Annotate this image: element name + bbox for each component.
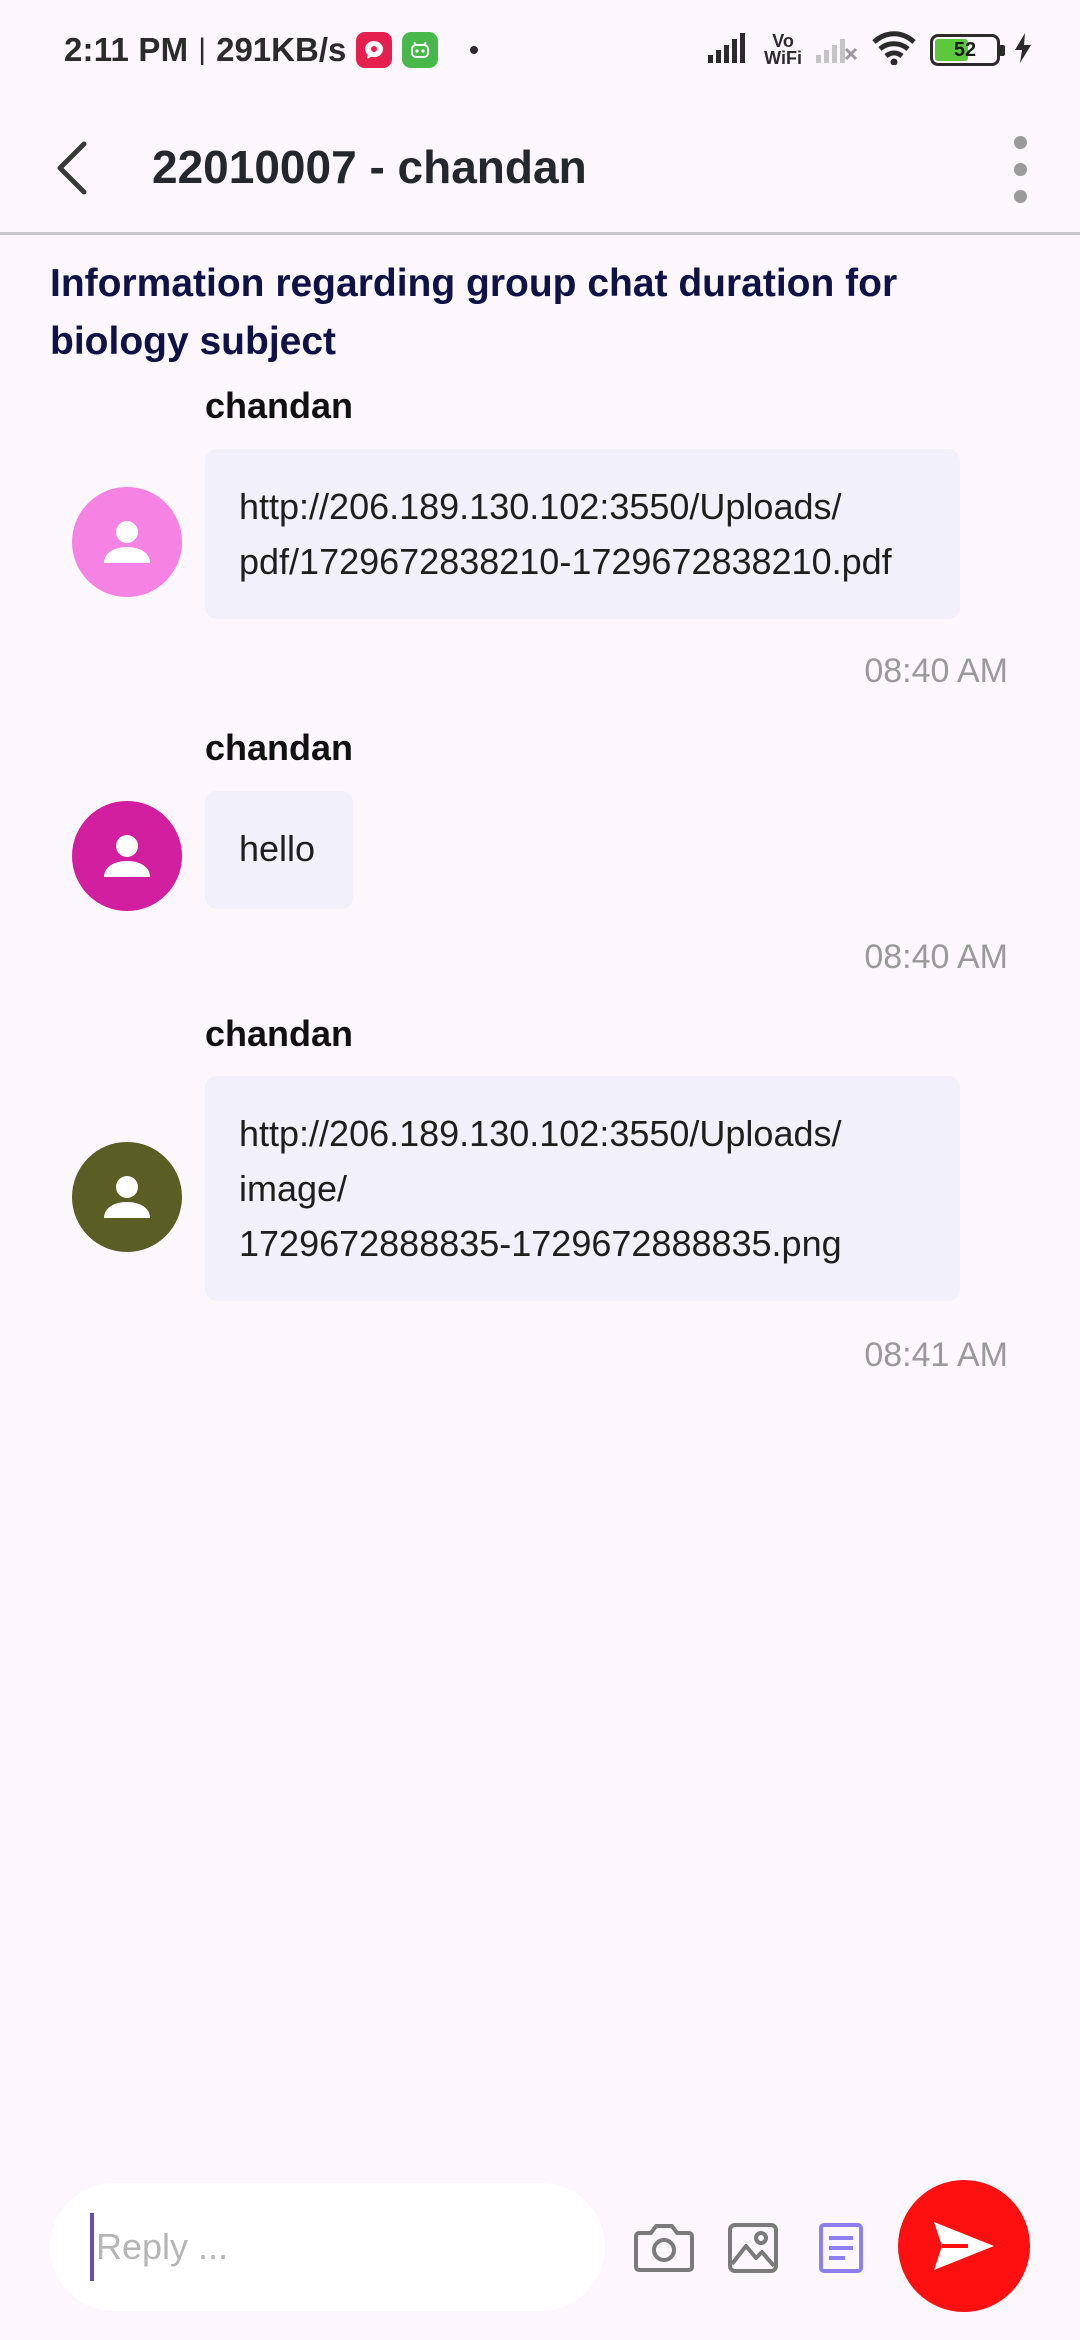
status-time: 2:11 PM (64, 31, 189, 68)
charging-icon (1014, 32, 1032, 68)
message-sender: chandan (205, 1013, 354, 1054)
send-icon (934, 2222, 994, 2270)
signal-icon (708, 32, 750, 68)
wifi-icon (872, 30, 916, 70)
document-button[interactable] (807, 2214, 875, 2282)
reply-field[interactable] (50, 2183, 605, 2311)
person-icon (104, 521, 150, 563)
message-text: http://206.189.130.102:3550/Uploads/ pdf… (239, 486, 892, 582)
battery-level: 52 (953, 38, 977, 61)
message-sender: chandan (205, 385, 354, 426)
page-title: 22010007 - chandan (152, 141, 587, 193)
avatar (72, 801, 182, 911)
vowifi-indicator: Vo WiFi (764, 32, 802, 68)
vowifi-bottom: WiFi (764, 48, 802, 68)
camera-icon (634, 2224, 694, 2272)
battery-icon: 52 (930, 34, 1005, 66)
document-icon (819, 2223, 863, 2273)
network-speed: 291KB/s (216, 31, 347, 68)
status-left: 2:11 PM | 291KB/s (64, 28, 479, 72)
send-button[interactable] (898, 2180, 1030, 2312)
message-time: 08:40 AM (864, 938, 1008, 976)
status-right: Vo WiFi 52 (708, 26, 1032, 74)
message-text: hello (239, 828, 316, 869)
notification-dot (470, 46, 479, 54)
more-vert-dot (1013, 162, 1027, 176)
robot-app-icon (402, 32, 439, 68)
text-caret (90, 2213, 94, 2281)
image-icon (728, 2223, 778, 2273)
app-bar: 22010007 - chandan (0, 96, 1080, 232)
messaging-app-icon (356, 32, 393, 68)
message-time: 08:41 AM (864, 1336, 1008, 1374)
message-time: 08:40 AM (864, 652, 1008, 690)
status-separator: | (198, 33, 207, 66)
person-icon (104, 835, 150, 877)
person-icon (104, 1176, 150, 1218)
more-vert-dot (1013, 189, 1027, 203)
message-bubble[interactable]: hello (205, 791, 353, 909)
arrow-back-icon (57, 141, 87, 195)
avatar (72, 1142, 182, 1252)
battery-cap (1000, 45, 1005, 56)
camera-button[interactable] (630, 2214, 698, 2282)
signal-no-service-icon (816, 33, 858, 68)
status-bar: 2:11 PM | 291KB/s Vo WiFi 52 (0, 0, 1080, 96)
gallery-button[interactable] (719, 2214, 787, 2282)
more-options-button[interactable] (990, 114, 1050, 224)
message-bubble[interactable]: http://206.189.130.102:3550/Uploads/ ima… (205, 1076, 960, 1301)
avatar (72, 487, 182, 597)
app-bar-divider (0, 232, 1080, 235)
message-bubble[interactable]: http://206.189.130.102:3550/Uploads/ pdf… (205, 449, 960, 619)
reply-input[interactable] (96, 2226, 556, 2268)
message-text: http://206.189.130.102:3550/Uploads/ ima… (239, 1113, 842, 1264)
more-vert-icon (1013, 135, 1027, 149)
message-sender: chandan (205, 727, 354, 768)
chat-subject: Information regarding group chat duratio… (50, 262, 898, 363)
chat-screen: 2:11 PM | 291KB/s Vo WiFi 52 22010007 - … (0, 0, 1080, 2340)
back-button[interactable] (40, 116, 104, 220)
